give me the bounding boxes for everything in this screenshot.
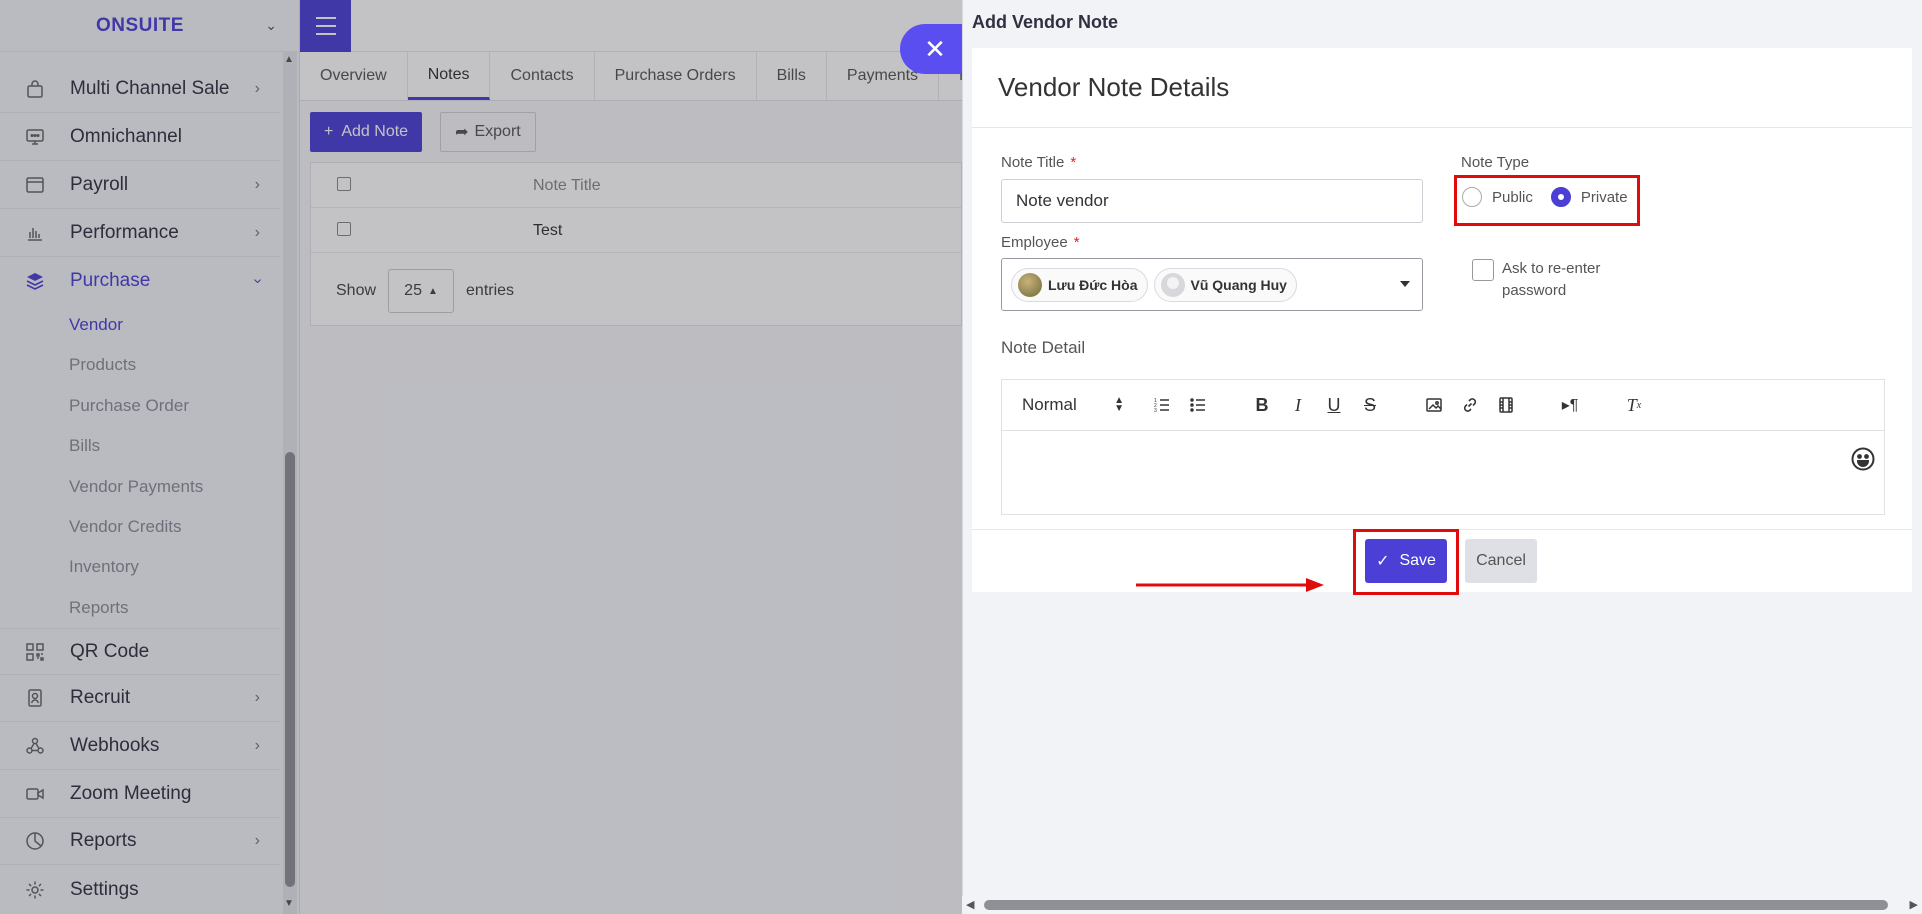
emoji-icon[interactable]	[1850, 446, 1876, 472]
scrollbar-thumb[interactable]	[984, 900, 1888, 910]
text-direction-icon[interactable]: ▸¶	[1558, 393, 1582, 417]
note-title-input[interactable]: Note vendor	[1001, 179, 1423, 223]
reenter-password-label: Ask to re-enter password	[1502, 260, 1601, 299]
sort-arrows-icon: ▲ ▼	[1114, 395, 1124, 414]
employee-chip[interactable]: Vũ Quang Huy	[1153, 267, 1297, 302]
card-title: Vendor Note Details	[972, 48, 1912, 128]
image-icon[interactable]	[1422, 393, 1446, 417]
link-icon[interactable]	[1458, 393, 1482, 417]
strikethrough-icon[interactable]: S	[1358, 393, 1382, 417]
editor-toolbar: Normal ▲ ▼ 123 B I U S ▸¶ Tx	[1002, 380, 1884, 431]
scroll-left-icon[interactable]: ◀	[966, 898, 974, 911]
caret-down-icon[interactable]	[1400, 281, 1410, 287]
underline-icon[interactable]: U	[1322, 393, 1346, 417]
note-detail-label: Note Detail	[1001, 338, 1086, 357]
note-type-highlight	[1454, 175, 1640, 226]
bold-icon[interactable]: B	[1250, 393, 1274, 417]
employee-select[interactable]: Lưu Đức Hòa Vũ Quang Huy	[1001, 258, 1423, 311]
bullet-list-icon[interactable]	[1186, 393, 1210, 417]
reenter-password-checkbox[interactable]	[1472, 259, 1494, 281]
horizontal-scrollbar[interactable]: ◀ ▶	[962, 896, 1922, 914]
save-button[interactable]: ✓ Save	[1365, 539, 1447, 583]
check-icon: ✓	[1376, 553, 1390, 570]
format-select[interactable]: Normal ▲ ▼	[1022, 395, 1124, 415]
employee-label: Employee *	[1001, 234, 1080, 251]
close-icon: ✕	[924, 33, 946, 64]
employee-name: Vũ Quang Huy	[1190, 276, 1287, 293]
avatar	[1018, 272, 1042, 297]
cancel-button[interactable]: Cancel	[1465, 539, 1537, 583]
note-type-label: Note Type	[1461, 154, 1530, 171]
close-drawer-button[interactable]: ✕	[900, 24, 962, 74]
drawer-title: Add Vendor Note	[972, 12, 1119, 32]
scroll-right-icon[interactable]: ▶	[1910, 898, 1918, 911]
video-embed-icon[interactable]	[1494, 393, 1518, 417]
employee-name: Lưu Đức Hòa	[1048, 276, 1138, 293]
save-label: Save	[1399, 552, 1436, 569]
avatar	[1160, 272, 1185, 297]
note-detail-editor[interactable]: Normal ▲ ▼ 123 B I U S ▸¶ Tx	[1001, 379, 1885, 515]
red-arrow-annotation	[1136, 578, 1324, 592]
drawer-footer: ✓ Save Cancel	[972, 529, 1912, 595]
note-title-label: Note Title *	[1001, 154, 1077, 171]
ordered-list-icon[interactable]: 123	[1150, 393, 1174, 417]
italic-icon[interactable]: I	[1286, 393, 1310, 417]
add-vendor-note-drawer: Add Vendor Note Vendor Note Details Note…	[962, 0, 1922, 914]
svg-text:3: 3	[1154, 408, 1157, 414]
vendor-note-card: Vendor Note Details Note Title * Note ven…	[972, 48, 1912, 595]
employee-chip[interactable]: Lưu Đức Hòa	[1011, 267, 1148, 302]
clear-format-icon[interactable]: Tx	[1622, 393, 1646, 417]
modal-backdrop[interactable]	[0, 0, 962, 914]
format-value: Normal	[1022, 395, 1077, 414]
